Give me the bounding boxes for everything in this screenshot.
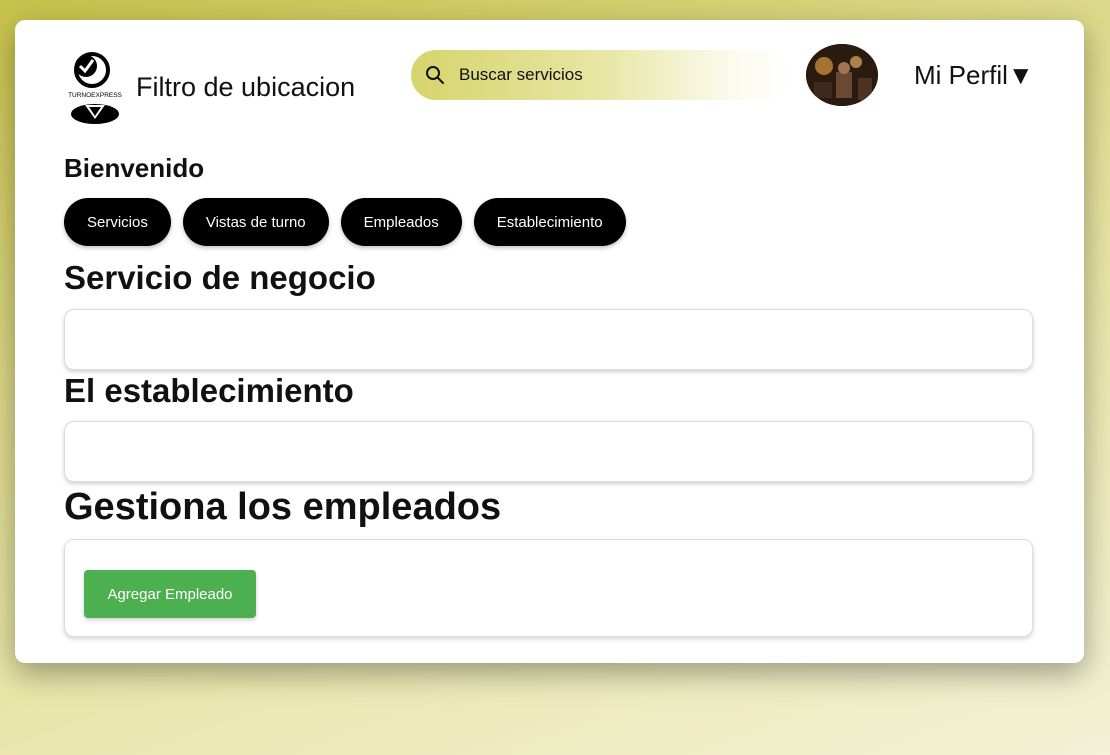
logo-text: TURNOEXPRESS: [68, 92, 122, 99]
establishment-field[interactable]: [64, 421, 1033, 482]
search-icon: [425, 65, 445, 85]
employees-title: Gestiona los empleados: [64, 486, 502, 528]
avatar[interactable]: [806, 44, 878, 106]
nav-empleados[interactable]: Empleados: [340, 198, 462, 246]
add-employee-button[interactable]: Agregar Empleado: [84, 570, 256, 618]
search-input[interactable]: Buscar servicios: [459, 65, 583, 85]
nav-vistas-de-turno[interactable]: Vistas de turno: [182, 198, 329, 246]
nav-servicios[interactable]: Servicios: [64, 198, 171, 246]
search-bar[interactable]: Buscar servicios: [411, 50, 791, 100]
turnoexpress-logo[interactable]: TURNOEXPRESS: [63, 48, 127, 126]
profile-menu[interactable]: Mi Perfil▼: [914, 60, 1034, 91]
main-nav: Servicios Vistas de turno Empleados Esta…: [64, 198, 626, 246]
location-filter[interactable]: Filtro de ubicacion: [136, 72, 355, 103]
main-card: TURNOEXPRESS Filtro de ubicacion Buscar …: [15, 20, 1084, 663]
business-service-title: Servicio de negocio: [64, 259, 376, 296]
business-service-field[interactable]: [64, 309, 1033, 370]
establishment-title: El establecimiento: [64, 372, 354, 409]
nav-establecimiento[interactable]: Establecimiento: [473, 198, 626, 246]
welcome-heading: Bienvenido: [64, 153, 205, 183]
